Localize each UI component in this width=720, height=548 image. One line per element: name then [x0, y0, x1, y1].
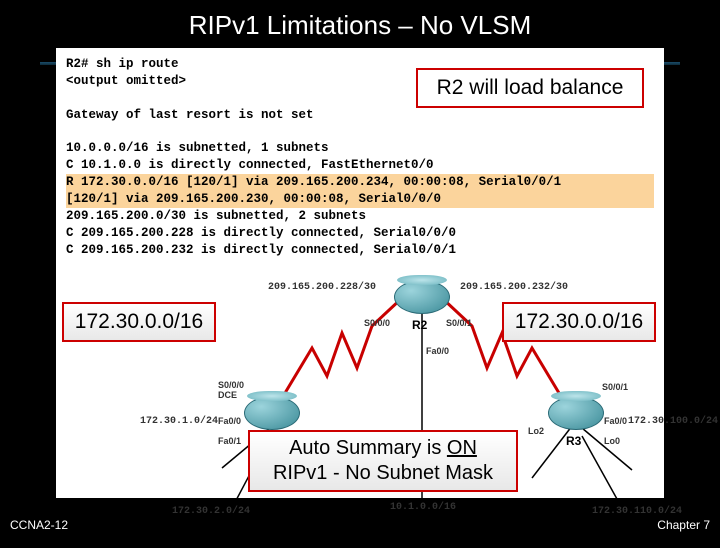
cli-gateway: Gateway of last resort is not set: [66, 107, 654, 124]
cli-line-highlighted: R 172.30.0.0/16 [120/1] via 209.165.200.…: [66, 174, 654, 191]
callout-subnet-left: 172.30.0.0/16: [62, 302, 216, 342]
ip-label: 209.165.200.232/30: [460, 282, 568, 293]
router-icon: [244, 396, 300, 430]
callout-auto-summary: Auto Summary is ON RIPv1 - No Subnet Mas…: [248, 430, 518, 492]
router-icon: [548, 396, 604, 430]
ip-label: 172.30.1.0/24: [140, 416, 218, 427]
cli-line: C 209.165.200.232 is directly connected,…: [66, 242, 654, 259]
port-label: Fa0/0: [604, 416, 627, 426]
port-label: S0/0/1: [446, 318, 472, 328]
port-label: S0/0/0: [364, 318, 390, 328]
callout-load-balance: R2 will load balance: [416, 68, 644, 108]
ip-label: 172.30.2.0/24: [172, 506, 250, 517]
footer-left: CCNA2-12: [10, 518, 68, 532]
page-title: RIPv1 Limitations – No VLSM: [0, 0, 720, 47]
port-label: Lo0: [604, 436, 620, 446]
router-label: R3: [566, 434, 581, 448]
callout-subnet-right: 172.30.0.0/16: [502, 302, 656, 342]
port-label: Fa0/0: [426, 346, 449, 356]
ip-label: 209.165.200.228/30: [268, 282, 376, 293]
port-label: Lo2: [528, 426, 544, 436]
router-label: R2: [412, 318, 427, 332]
cli-line-highlighted: [120/1] via 209.165.200.230, 00:00:08, S…: [66, 191, 654, 208]
callout-text: RIPv1 - No Subnet Mask: [273, 462, 493, 484]
cli-line: C 10.1.0.0 is directly connected, FastEt…: [66, 157, 654, 174]
port-label: Fa0/1: [218, 436, 241, 446]
callout-on: ON: [447, 437, 477, 459]
port-label: S0/0/0 DCE: [218, 380, 244, 400]
ip-label: 172.30.100.0/24: [628, 416, 718, 427]
cli-command: sh ip route: [89, 57, 179, 71]
ip-label: 10.1.0.0/16: [390, 502, 456, 513]
port-label: Fa0/0: [218, 416, 241, 426]
cli-line: 10.0.0.0/16 is subnetted, 1 subnets: [66, 140, 654, 157]
port-label: S0/0/1: [602, 382, 628, 392]
cli-line: 209.165.200.0/30 is subnetted, 2 subnets: [66, 208, 654, 225]
ip-label: 172.30.110.0/24: [592, 506, 682, 517]
router-icon: [394, 280, 450, 314]
callout-text: Auto Summary is: [289, 437, 447, 459]
cli-line: C 209.165.200.228 is directly connected,…: [66, 225, 654, 242]
cli-prompt: R2#: [66, 57, 89, 71]
